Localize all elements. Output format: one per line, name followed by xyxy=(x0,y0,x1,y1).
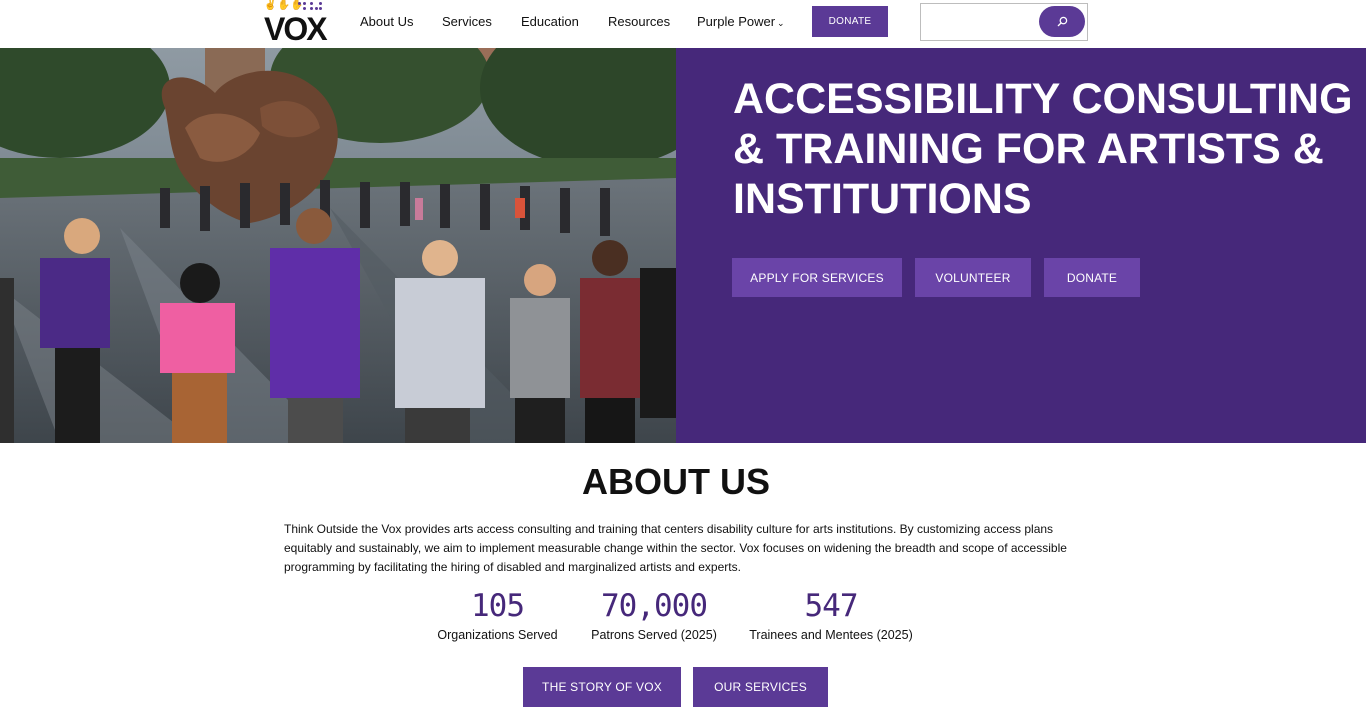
chevron-down-icon: ⌄ xyxy=(777,18,785,28)
site-header: ✌✋✋ VOX About Us Services Education Reso… xyxy=(0,0,1366,48)
search-icon xyxy=(1057,16,1067,27)
stat-value: 105 xyxy=(471,588,525,624)
story-of-vox-button[interactable]: THE STORY OF VOX xyxy=(523,667,681,707)
stat-label: Organizations Served xyxy=(437,628,558,642)
nav-resources[interactable]: Resources xyxy=(608,14,670,29)
hero-photo-illustration xyxy=(0,48,676,443)
nav-about-us[interactable]: About Us xyxy=(360,14,413,29)
stat-patrons: 70,000 Patrons Served (2025) xyxy=(583,588,725,642)
nav-purple-power[interactable]: Purple Power ⌄ xyxy=(697,14,785,29)
apply-for-services-button[interactable]: APPLY FOR SERVICES xyxy=(732,258,902,297)
nav-education[interactable]: Education xyxy=(521,14,579,29)
about-text: Think Outside the Vox provides arts acce… xyxy=(284,522,1067,574)
about-title: ABOUT US xyxy=(582,461,770,502)
stat-value: 70,000 xyxy=(601,588,708,624)
hero-section: ACCESSIBILITY CONSULTING & TRAINING FOR … xyxy=(0,48,1366,443)
our-services-button[interactable]: OUR SERVICES xyxy=(693,667,828,707)
hero-photo xyxy=(0,48,676,443)
header-donate-button[interactable]: DONATE xyxy=(812,6,888,37)
stat-label: Patrons Served (2025) xyxy=(591,628,717,642)
stat-value: 547 xyxy=(804,588,859,624)
nav-services[interactable]: Services xyxy=(442,14,492,29)
hero-title: ACCESSIBILITY CONSULTING & TRAINING FOR … xyxy=(733,75,1353,223)
vox-logo[interactable]: ✌✋✋ VOX xyxy=(262,0,328,46)
stat-trainees: 547 Trainees and Mentees (2025) xyxy=(740,588,922,642)
stat-label: Trainees and Mentees (2025) xyxy=(749,628,913,642)
hero-panel: ACCESSIBILITY CONSULTING & TRAINING FOR … xyxy=(676,48,1366,443)
hero-donate-button[interactable]: DONATE xyxy=(1044,258,1140,297)
volunteer-button[interactable]: VOLUNTEER xyxy=(915,258,1031,297)
stat-organizations: 105 Organizations Served xyxy=(430,588,565,642)
nav-purple-power-label: Purple Power xyxy=(697,14,776,29)
logo-text: VOX xyxy=(264,11,328,47)
search-button[interactable] xyxy=(1039,6,1085,37)
